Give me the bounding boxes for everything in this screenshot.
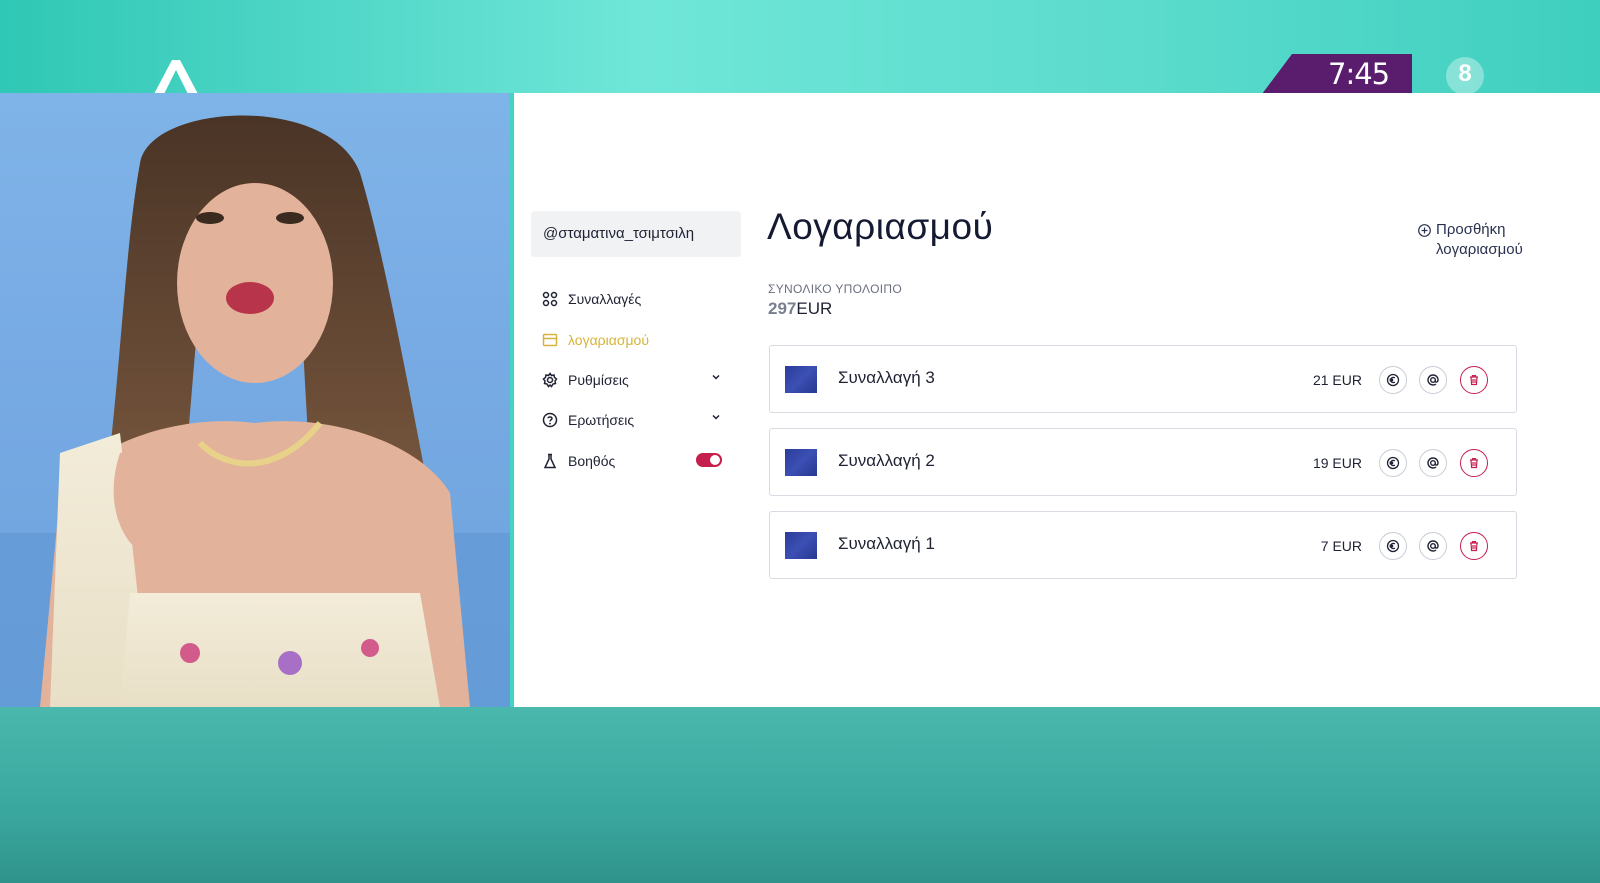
- euro-icon[interactable]: [1379, 366, 1407, 394]
- at-sign-icon[interactable]: [1419, 366, 1447, 394]
- transaction-thumbnail: [785, 366, 817, 393]
- balance-value: 297EUR: [768, 299, 968, 321]
- trash-icon[interactable]: [1460, 449, 1488, 477]
- sidebar-item-label: Ερωτήσεις: [568, 412, 635, 428]
- add-account-label-line1: Προσθήκη: [1436, 221, 1506, 238]
- age-rating-label: 8: [1458, 60, 1472, 87]
- chevron-down-icon[interactable]: [710, 411, 722, 423]
- settings-icon: [542, 372, 558, 388]
- assistant-toggle[interactable]: [696, 453, 722, 467]
- page-title: Λογαριασμού: [767, 206, 994, 247]
- sidebar-item-label: Συναλλαγές: [568, 291, 642, 307]
- trash-icon[interactable]: [1460, 366, 1488, 394]
- sidebar-item-questions[interactable]: Ερωτήσεις: [542, 409, 722, 431]
- transaction-amount: 19 EUR: [1312, 455, 1362, 471]
- card-icon: [542, 332, 558, 348]
- add-account-button[interactable]: Προσθήκη λογαριασμού: [1418, 220, 1558, 264]
- help-icon: [542, 412, 558, 428]
- sidebar-item-transactions[interactable]: Συναλλαγές: [542, 288, 722, 310]
- transaction-thumbnail: [785, 449, 817, 476]
- trash-icon[interactable]: [1460, 532, 1488, 560]
- channel-logo: [154, 60, 198, 94]
- transaction-thumbnail: [785, 532, 817, 559]
- broadcast-lower-band: [0, 707, 1600, 883]
- transaction-row[interactable]: Συναλλαγή 2 19 EUR: [769, 428, 1517, 496]
- sidebar-item-label: Ρυθμίσεις: [568, 372, 629, 388]
- sidebar-item-settings[interactable]: Ρυθμίσεις: [542, 369, 722, 391]
- transaction-row[interactable]: Συναλλαγή 3 21 EUR: [769, 345, 1517, 413]
- chevron-down-icon[interactable]: [710, 371, 722, 383]
- grid-icon: [542, 291, 558, 307]
- balance-currency: EUR: [796, 299, 833, 318]
- sidebar-item-label: Βοηθός: [568, 453, 616, 469]
- transaction-name: Συναλλαγή 1: [838, 534, 935, 553]
- euro-icon[interactable]: [1379, 449, 1407, 477]
- broadcast-clock: 7:45: [1328, 57, 1390, 91]
- balance-label: ΣΥΝΟΛΙΚΟ ΥΠΟΛΟΙΠΟ: [768, 282, 902, 296]
- transaction-name: Συναλλαγή 3: [838, 368, 935, 387]
- add-account-label-line2: λογαριασμού: [1436, 241, 1523, 258]
- presenter-video: [0, 93, 512, 707]
- transaction-amount: 7 EUR: [1320, 538, 1362, 554]
- sidebar-item-account[interactable]: λογαριασμού: [542, 329, 722, 351]
- at-sign-icon[interactable]: [1419, 532, 1447, 560]
- sidebar-item-assistant[interactable]: Βοηθός: [542, 450, 722, 472]
- flask-icon: [542, 453, 558, 469]
- euro-icon[interactable]: [1379, 532, 1407, 560]
- balance-number: 297: [768, 299, 797, 318]
- transaction-name: Συναλλαγή 2: [838, 451, 935, 470]
- transaction-row[interactable]: Συναλλαγή 1 7 EUR: [769, 511, 1517, 579]
- sidebar-item-label: λογαριασμού: [568, 332, 649, 348]
- plus-circle-icon: [1418, 224, 1431, 237]
- transaction-amount: 21 EUR: [1312, 372, 1362, 388]
- at-sign-icon[interactable]: [1419, 449, 1447, 477]
- username-chip[interactable]: @σταματινα_τσιμτσιλη: [531, 211, 741, 257]
- presenter-silhouette: [0, 115, 512, 707]
